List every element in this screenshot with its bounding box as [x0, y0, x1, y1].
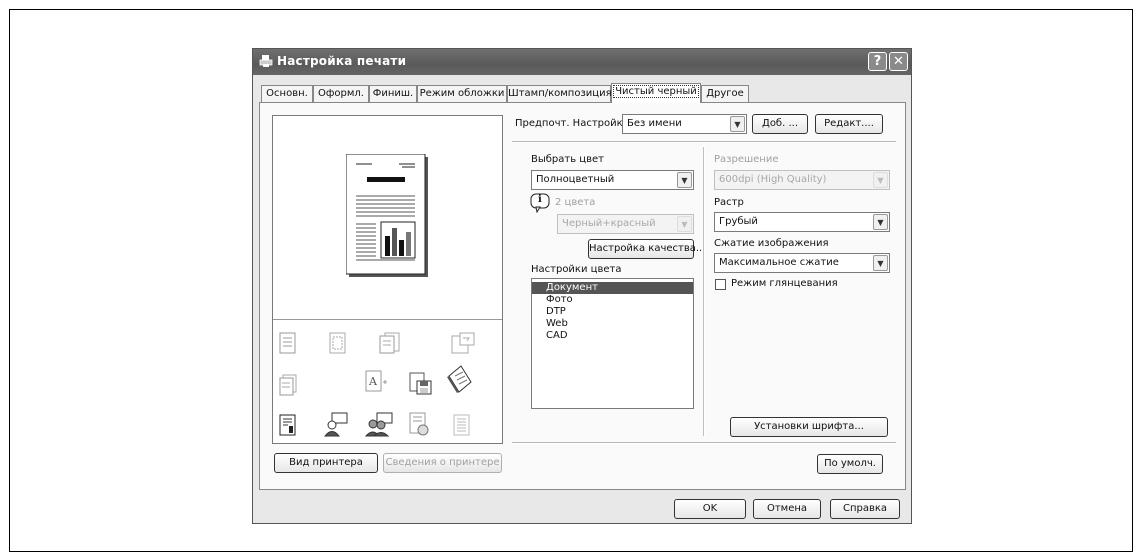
- help-title-button[interactable]: ?: [868, 52, 887, 71]
- print-settings-dialog: Настройка печати ? ✕ Основн. Оформл. Фин…: [252, 48, 912, 524]
- info-glyph: i: [538, 194, 542, 205]
- chevron-down-icon: ▼: [873, 255, 888, 271]
- favorites-separator: [512, 141, 896, 143]
- printer-info-button[interactable]: Сведения о принтере: [383, 453, 502, 473]
- tab-label: Режим обложки: [419, 88, 505, 99]
- cancel-button[interactable]: Отмена: [753, 499, 821, 519]
- window-title: Настройка печати: [277, 54, 407, 68]
- color-settings-label: Настройки цвета: [531, 264, 622, 275]
- tab-label: Основн.: [266, 88, 308, 99]
- tab-pure-black[interactable]: Чистый черный: [611, 83, 701, 103]
- two-color-value: Черный+красный: [562, 218, 656, 229]
- print-job-icon: [279, 414, 296, 436]
- resolution-dropdown[interactable]: 600dpi (High Quality) ▼: [714, 170, 890, 190]
- font-substitution-icon: A: [365, 370, 387, 392]
- tab-label: Штамп/композиция: [508, 88, 612, 99]
- chevron-down-icon: ▼: [677, 172, 692, 188]
- add-favorite-button[interactable]: Доб. ...: [752, 114, 808, 134]
- bottom-separator: [512, 442, 896, 444]
- screen-label: Растр: [714, 197, 744, 208]
- list-item[interactable]: DTP: [532, 306, 693, 318]
- add-favorite-label: Доб. ...: [762, 118, 798, 129]
- preview-divider: [273, 319, 502, 320]
- list-item[interactable]: Web: [532, 318, 693, 330]
- tab-layout[interactable]: Оформл.: [313, 85, 369, 102]
- tab-stamp-composition[interactable]: Штамп/композиция: [507, 85, 612, 102]
- watermark-icon: [453, 414, 470, 436]
- booklet-icon: [447, 365, 472, 393]
- resolution-label: Разрешение: [714, 154, 779, 165]
- compression-dropdown[interactable]: Максимальное сжатие ▼: [714, 253, 890, 273]
- tab-label: Оформл.: [317, 88, 364, 99]
- account-track-icon: [365, 412, 393, 437]
- two-color-label: 2 цвета: [555, 197, 596, 208]
- select-color-dropdown[interactable]: Полноцветный ▼: [531, 170, 694, 190]
- printer-view-label: Вид принтера: [289, 457, 363, 468]
- select-color-value: Полноцветный: [536, 174, 615, 185]
- edit-favorite-label: Редакт....: [824, 118, 874, 129]
- tab-label: Другое: [706, 88, 744, 99]
- list-item[interactable]: Документ: [532, 282, 693, 294]
- printer-icon: [259, 55, 273, 67]
- two-color-dropdown[interactable]: Черный+красный ▼: [557, 214, 694, 234]
- help-label: Справка: [842, 503, 888, 514]
- glossy-label: Режим глянцевания: [731, 278, 838, 289]
- tab-basic[interactable]: Основн.: [261, 85, 313, 102]
- list-item[interactable]: CAD: [532, 330, 693, 342]
- default-label: По умолч.: [824, 458, 876, 469]
- cancel-label: Отмена: [766, 503, 808, 514]
- font-settings-label: Установки шрифта...: [754, 421, 864, 432]
- collate-icon: [279, 374, 297, 396]
- tab-other[interactable]: Другое: [701, 85, 749, 102]
- tab-label: Чистый черный: [613, 85, 699, 98]
- user-auth-icon: [323, 412, 348, 437]
- proof-print-icon: [409, 412, 429, 436]
- resolution-value: 600dpi (High Quality): [719, 174, 827, 185]
- list-item[interactable]: Фото: [532, 294, 693, 306]
- title-bar: Настройка печати ? ✕: [253, 49, 911, 75]
- chevron-down-icon: ▼: [873, 172, 888, 188]
- compression-label: Сжатие изображения: [714, 238, 829, 249]
- preview-area: A: [272, 115, 503, 444]
- edit-favorite-button[interactable]: Редакт....: [815, 114, 883, 134]
- select-color-label: Выбрать цвет: [531, 154, 604, 165]
- tab-cover-mode[interactable]: Режим обложки: [417, 85, 507, 102]
- close-button[interactable]: ✕: [889, 52, 908, 71]
- page-layout-icon: [279, 332, 296, 354]
- poster-mode-icon: [329, 332, 346, 354]
- chevron-down-icon: ▼: [677, 216, 692, 232]
- favorites-label: Предпочт. Настройки: [515, 118, 630, 129]
- screen-value: Грубый: [719, 216, 758, 227]
- font-settings-button[interactable]: Установки шрифта...: [730, 417, 888, 437]
- help-button[interactable]: Справка: [830, 499, 900, 519]
- glossy-checkbox[interactable]: [715, 279, 726, 290]
- favorites-value: Без имени: [627, 118, 682, 129]
- chevron-down-icon: ▼: [730, 116, 745, 132]
- tab-label: Финиш.: [372, 88, 414, 99]
- color-settings-list[interactable]: Документ Фото DTP Web CAD: [531, 278, 694, 409]
- page-preview-image: [346, 154, 428, 277]
- staple-icon: [451, 332, 475, 354]
- tab-panel: A Вид принтера Сведения о принтере Предп…: [259, 102, 906, 490]
- screen-dropdown[interactable]: Грубый ▼: [714, 212, 890, 232]
- save-to-box-icon: [409, 372, 432, 395]
- chevron-down-icon: ▼: [873, 214, 888, 230]
- column-divider: [703, 147, 705, 436]
- default-button[interactable]: По умолч.: [817, 454, 883, 474]
- duplex-icon: [379, 332, 400, 354]
- quality-settings-label: Настройка качества...: [589, 243, 706, 254]
- svg-text:A: A: [368, 375, 378, 388]
- ok-button[interactable]: OK: [674, 499, 746, 519]
- quality-settings-button[interactable]: Настройка качества...: [588, 239, 705, 259]
- tab-finishing[interactable]: Финиш.: [369, 85, 417, 102]
- favorites-select[interactable]: Без имени ▼: [622, 114, 747, 134]
- printer-view-button[interactable]: Вид принтера: [274, 453, 378, 473]
- printer-info-label: Сведения о принтере: [385, 457, 500, 468]
- ok-label: OK: [702, 503, 718, 514]
- compression-value: Максимальное сжатие: [719, 257, 839, 268]
